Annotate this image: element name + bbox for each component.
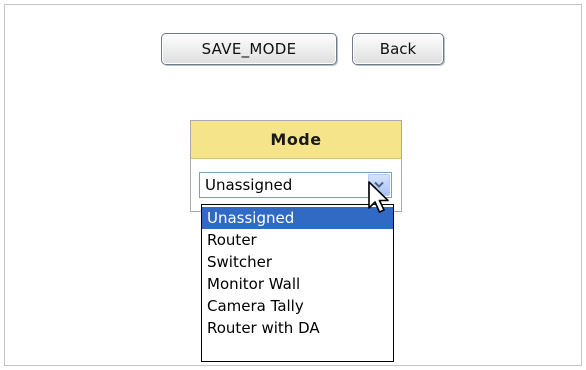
option-switcher[interactable]: Switcher [202,251,393,273]
page: SAVE_MODE Back Mode Unassigned Unassigne… [0,0,586,370]
chevron-down-glyph [374,181,384,188]
mode-header: Mode [191,121,401,159]
mode-panel: Mode Unassigned [190,120,402,212]
mode-dropdown-list[interactable]: Unassigned Router Switcher Monitor Wall … [201,204,394,362]
option-monitor-wall[interactable]: Monitor Wall [202,273,393,295]
option-unassigned[interactable]: Unassigned [202,207,393,229]
option-camera-tally[interactable]: Camera Tally [202,295,393,317]
save-mode-button[interactable]: SAVE_MODE [161,33,337,65]
option-router-with-da[interactable]: Router with DA [202,317,393,339]
option-router[interactable]: Router [202,229,393,251]
mode-select[interactable]: Unassigned [199,172,392,198]
back-button[interactable]: Back [352,33,444,65]
mode-select-value: Unassigned [205,176,293,194]
chevron-down-icon[interactable] [368,174,390,196]
